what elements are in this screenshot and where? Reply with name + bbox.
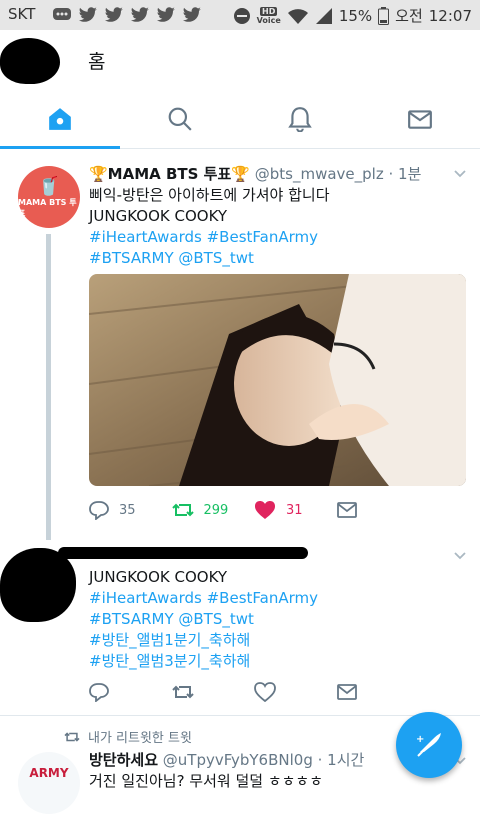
compose-tweet-button[interactable]: + [396,712,462,778]
voice-label: Voice [256,15,281,25]
home-icon [49,108,71,130]
profile-avatar-button[interactable] [0,38,60,84]
avatar-label: ARMY [29,766,69,780]
tweet-text-line: JUNGKOOK COOKY [89,207,228,225]
tab-home[interactable] [0,90,120,149]
hd-voice-icon: HD Voice [256,6,281,25]
bell-icon [288,107,312,132]
app-header [0,30,480,90]
like-count: 31 [286,502,303,518]
hd-label: HD [260,6,278,16]
tweet-text-line: JUNGKOOK COOKY [89,568,228,586]
search-icon [168,107,192,131]
author-handle: @bts_mwave_plz [254,165,384,183]
twitter-notification-icon [130,7,149,22]
retweet-count: 299 [203,502,229,518]
chevron-down-icon[interactable] [454,550,466,562]
battery-icon [378,6,390,25]
tweet-content[interactable]: 🏆MAMA BTS 투표🏆 @bts_mwave_plz · 1분 삐익-방탄은… [89,164,459,269]
tweet-avatar[interactable]: ARMY [18,752,80,814]
battery-percent: 15% [338,6,373,25]
heart-icon [255,501,275,519]
retweet-button[interactable] [171,682,255,702]
hashtag-line[interactable]: #BTSARMY @BTS_twt [89,609,459,630]
author-handle: @uTpyvFybY6BNl0g [162,751,313,769]
hashtag-line[interactable]: #iHeartAwards #BestFanArmy [89,227,459,248]
reply-icon [89,683,109,702]
tweet-text-line: 삐익-방탄은 아이하트에 가셔야 합니다 [89,186,330,204]
photo-image [89,274,466,486]
tab-notifications[interactable] [240,90,360,148]
retweet-note-text: 내가 리트윗한 트윗 [88,731,192,746]
tweet-time: · 1시간 [317,751,365,769]
twitter-notification-icon [104,7,123,22]
tweet-avatar[interactable]: 🥤 MAMA BTS 투표 [18,166,80,228]
redaction-scribble [58,547,308,559]
tab-messages[interactable] [360,90,480,148]
mail-icon [336,502,357,518]
tab-search[interactable] [120,90,240,148]
tweet-actions [89,679,419,705]
svg-text:+: + [416,734,424,745]
wifi-icon [287,8,308,24]
tweet-author-line: 🏆MAMA BTS 투표🏆 @bts_mwave_plz · 1분 [89,164,459,185]
hashtag-line[interactable]: #방탄_앨범3분기_축하해 [89,651,459,672]
retweet-icon [171,503,194,517]
chat-icon [53,8,71,20]
reply-button[interactable] [89,682,172,702]
clock: 12:07 [428,6,472,25]
reply-button[interactable]: 35 [89,500,172,520]
dm-share-button[interactable] [336,683,420,701]
retweet-button[interactable]: 299 [171,500,255,520]
tab-bar [0,90,480,149]
tweet-content[interactable]: JUNGKOOK COOKY #iHeartAwards #BestFanArm… [89,567,459,672]
redaction-scribble [0,548,76,622]
hashtag-line[interactable]: #iHeartAwards #BestFanArmy [89,588,459,609]
retweet-icon [64,731,80,742]
thread-line [46,234,51,540]
dm-share-button[interactable] [336,501,420,519]
retweet-icon [171,685,194,699]
avatar-label: MAMA BTS 투표 [18,197,77,218]
like-button[interactable]: 31 [254,500,337,520]
author-name: 🏆MAMA BTS 투표🏆 [89,165,250,183]
ampm-label: 오전 [395,7,423,25]
tweet-divider [0,715,480,716]
tweet-photo[interactable] [89,274,466,486]
hashtag-line[interactable]: #방탄_앨범1분기_축하해 [89,630,459,651]
carrier-label: SKT [8,5,36,23]
do-not-disturb-icon [233,7,250,24]
chevron-down-icon[interactable] [454,168,466,180]
page-title: 홈 [88,51,106,73]
reply-icon [89,501,109,520]
heart-icon [254,682,276,702]
compose-feather-icon: + [416,733,441,757]
author-name: 방탄하세요 [89,751,159,769]
tweet-actions: 35 299 31 [89,497,419,523]
retweeted-by-note: 내가 리트윗한 트윗 [64,727,192,746]
mail-icon [408,110,432,129]
status-right: HD Voice 15% 오전 12:07 [233,5,472,26]
status-bar: SKT HD Voice 15% 오전 12:07 [0,0,480,30]
reply-count: 35 [119,502,136,518]
tweet-time: · 1분 [388,165,422,183]
twitter-notification-icon [78,7,97,22]
notification-icons [52,7,202,23]
twitter-notification-icon [156,7,175,22]
like-button[interactable] [254,682,337,702]
twitter-notification-icon [182,7,201,22]
mail-icon [336,684,357,700]
hashtag-line[interactable]: #BTSARMY @BTS_twt [89,248,459,269]
signal-icon [315,7,332,24]
